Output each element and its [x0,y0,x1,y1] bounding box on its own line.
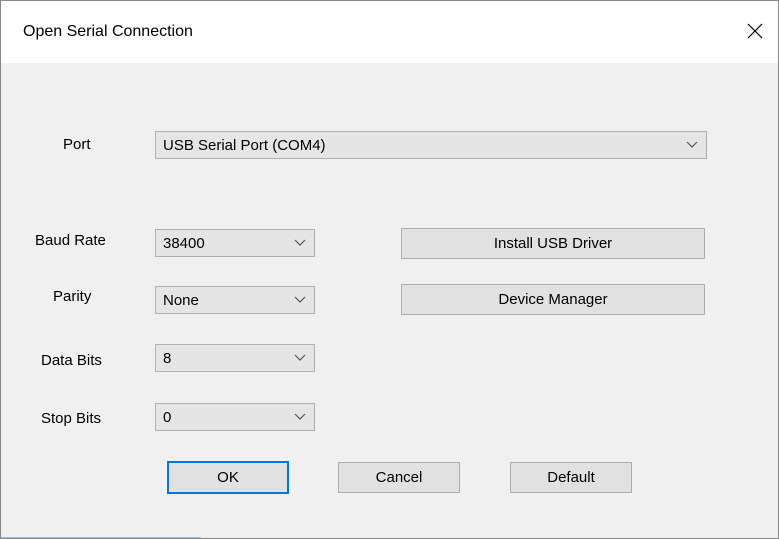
window-title: Open Serial Connection [23,23,193,40]
device-manager-button[interactable]: Device Manager [401,284,705,315]
chevron-down-icon [294,296,306,303]
chevron-down-icon [294,354,306,361]
default-button[interactable]: Default [510,462,632,493]
data-bits-select[interactable]: 8 [155,344,315,372]
data-bits-select-value: 8 [163,350,172,367]
baud-rate-select[interactable]: 38400 [155,229,315,257]
parity-select-value: None [163,292,199,309]
chevron-down-icon [686,141,698,148]
baud-rate-select-value: 38400 [163,235,205,252]
install-usb-driver-button[interactable]: Install USB Driver [401,228,705,259]
title-bar: Open Serial Connection [1,1,778,63]
port-label: Port [63,136,91,153]
stop-bits-select-value: 0 [163,409,172,426]
ok-button[interactable]: OK [167,461,289,494]
cancel-button[interactable]: Cancel [338,462,460,493]
chevron-down-icon [294,413,306,420]
parity-label: Parity [53,288,92,305]
stop-bits-label: Stop Bits [41,410,102,427]
stop-bits-select[interactable]: 0 [155,403,315,431]
chevron-down-icon [294,239,306,246]
parity-select[interactable]: None [155,286,315,314]
port-select-value: USB Serial Port (COM4) [163,137,326,154]
bottom-accent-line [1,537,201,538]
data-bits-label: Data Bits [41,352,102,369]
baud-rate-label: Baud Rate [35,232,106,249]
close-button[interactable] [732,11,778,51]
port-select[interactable]: USB Serial Port (COM4) [155,131,707,159]
serial-connection-dialog: Open Serial Connection Port USB Serial P… [0,0,779,539]
close-icon [747,23,763,39]
